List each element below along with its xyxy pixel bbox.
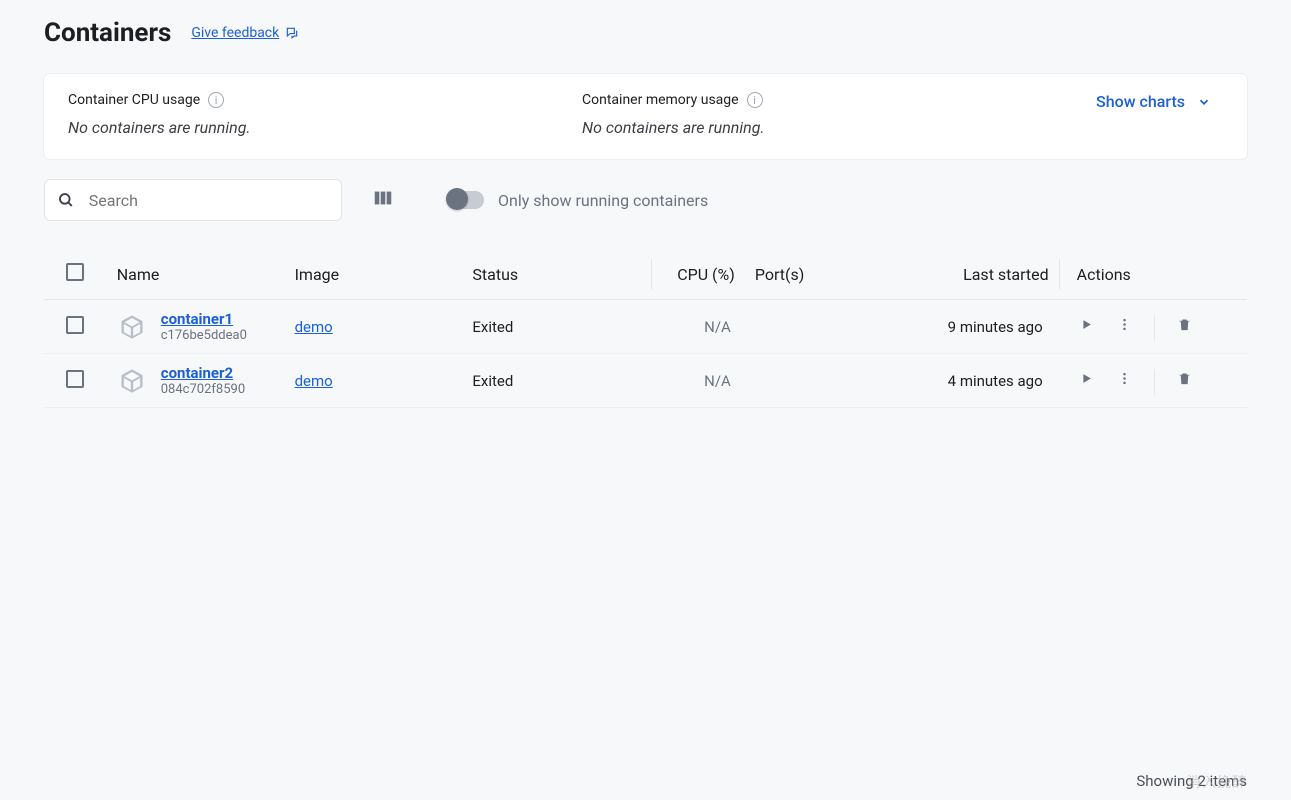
container-icon xyxy=(117,366,147,396)
play-icon xyxy=(1079,317,1094,332)
cpu-empty-message: No containers are running. xyxy=(68,118,582,137)
last-started-cell: 9 minutes ago xyxy=(902,300,1059,354)
columns-button[interactable] xyxy=(366,181,400,219)
delete-button[interactable] xyxy=(1167,365,1202,396)
cpu-usage-block: Container CPU usage i No containers are … xyxy=(68,92,582,137)
play-icon xyxy=(1079,371,1094,386)
memory-empty-message: No containers are running. xyxy=(582,118,1096,137)
start-button[interactable] xyxy=(1069,365,1104,396)
row-checkbox[interactable] xyxy=(66,370,84,388)
last-started-cell: 4 minutes ago xyxy=(902,354,1059,408)
cpu-usage-label: Container CPU usage xyxy=(68,92,200,108)
running-only-toggle[interactable] xyxy=(448,191,484,209)
container-name-link[interactable]: container1 xyxy=(161,310,247,328)
image-link[interactable]: demo xyxy=(295,372,333,390)
info-icon[interactable]: i xyxy=(208,92,224,108)
search-box[interactable] xyxy=(44,179,342,221)
container-icon xyxy=(117,312,147,342)
ports-cell xyxy=(745,300,902,354)
show-charts-toggle[interactable]: Show charts xyxy=(1096,92,1223,111)
page-title: Containers xyxy=(44,18,171,48)
columns-icon xyxy=(372,187,394,209)
table-row[interactable]: container1 c176be5ddea0 demo Exited N/A … xyxy=(44,300,1247,354)
delete-button[interactable] xyxy=(1167,311,1202,342)
col-actions: Actions xyxy=(1059,249,1247,300)
container-name-link[interactable]: container2 xyxy=(161,364,245,382)
trash-icon xyxy=(1177,371,1192,386)
more-actions-button[interactable] xyxy=(1107,311,1142,342)
status-cell: Exited xyxy=(462,300,650,354)
col-ports[interactable]: Port(s) xyxy=(745,249,902,300)
cpu-cell: N/A xyxy=(651,354,745,408)
col-name[interactable]: Name xyxy=(107,249,285,300)
container-hash: c176be5ddea0 xyxy=(161,328,247,343)
give-feedback-label: Give feedback xyxy=(191,25,279,41)
action-separator xyxy=(1154,369,1155,395)
stats-card: Container CPU usage i No containers are … xyxy=(44,74,1247,159)
container-hash: 084c702f8590 xyxy=(161,382,245,397)
action-separator xyxy=(1154,315,1155,341)
give-feedback-link[interactable]: Give feedback xyxy=(191,25,299,41)
info-icon[interactable]: i xyxy=(747,92,763,108)
image-link[interactable]: demo xyxy=(295,318,333,336)
search-input[interactable] xyxy=(87,190,329,211)
feedback-icon xyxy=(285,26,299,40)
col-cpu[interactable]: CPU (%) xyxy=(651,249,745,300)
row-checkbox[interactable] xyxy=(66,316,84,334)
kebab-icon xyxy=(1117,371,1132,386)
more-actions-button[interactable] xyxy=(1107,365,1142,396)
memory-usage-label: Container memory usage xyxy=(582,92,739,108)
show-charts-label: Show charts xyxy=(1096,92,1185,111)
memory-usage-block: Container memory usage i No containers a… xyxy=(582,92,1096,137)
col-status[interactable]: Status xyxy=(462,249,650,300)
running-only-label: Only show running containers xyxy=(498,191,708,210)
kebab-icon xyxy=(1117,317,1132,332)
ports-cell xyxy=(745,354,902,408)
col-image[interactable]: Image xyxy=(285,249,463,300)
trash-icon xyxy=(1177,317,1192,332)
col-last-started[interactable]: Last started xyxy=(902,249,1059,300)
watermark: 消入挽醉 xyxy=(1187,772,1247,792)
status-cell: Exited xyxy=(462,354,650,408)
cpu-cell: N/A xyxy=(651,300,745,354)
containers-table: Name Image Status CPU (%) Port(s) Last s… xyxy=(44,249,1247,408)
table-row[interactable]: container2 084c702f8590 demo Exited N/A … xyxy=(44,354,1247,408)
start-button[interactable] xyxy=(1069,311,1104,342)
select-all-checkbox[interactable] xyxy=(66,263,84,281)
search-icon xyxy=(57,190,75,210)
toolbar: Only show running containers xyxy=(44,179,1247,221)
chevron-down-icon xyxy=(1197,95,1211,109)
